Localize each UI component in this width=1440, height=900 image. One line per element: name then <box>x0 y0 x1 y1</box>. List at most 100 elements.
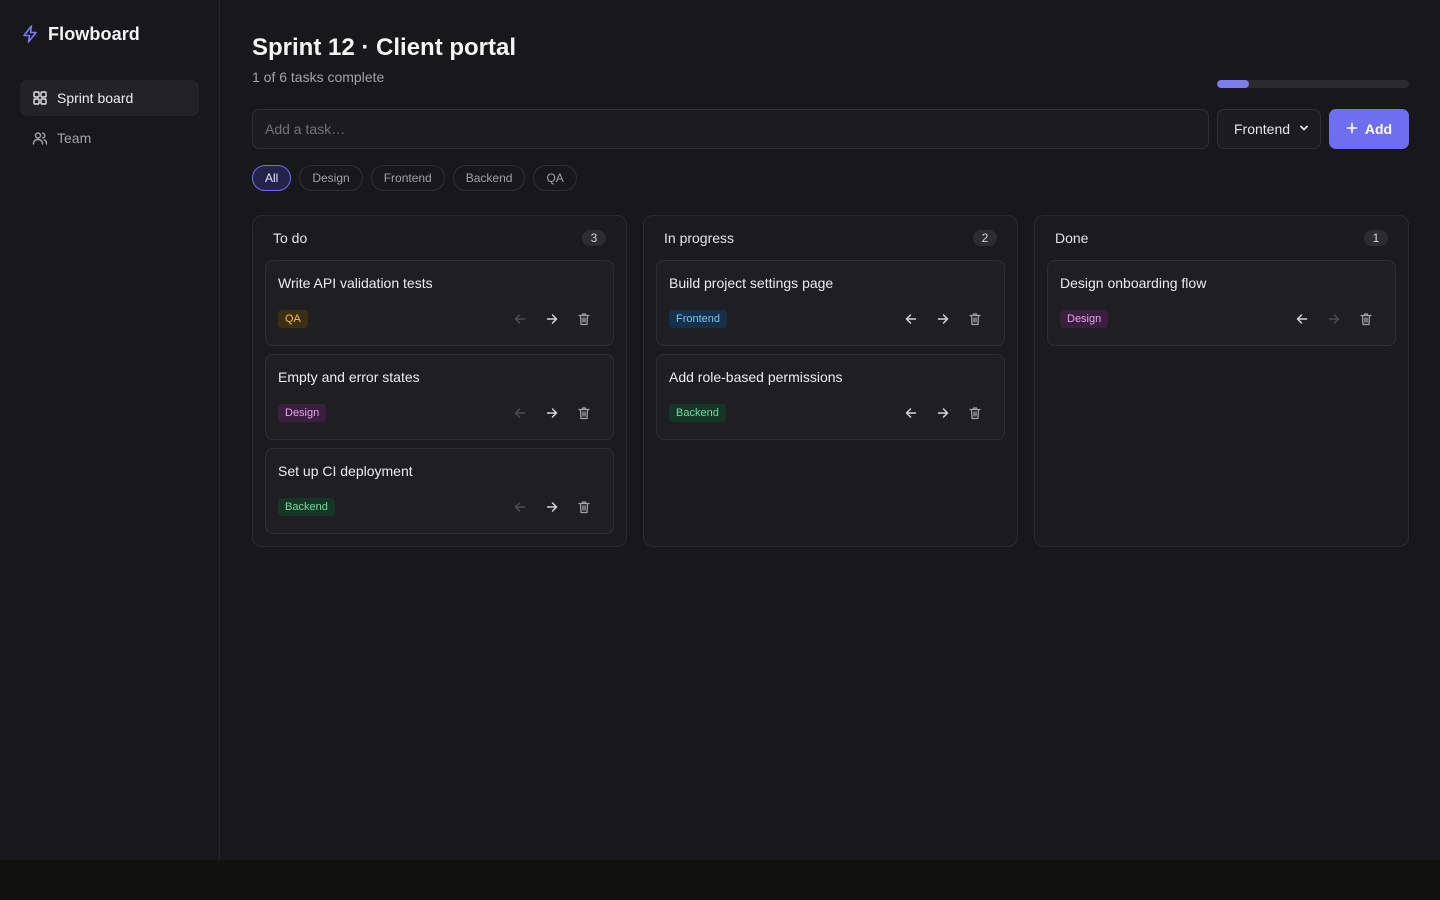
card-actions <box>1293 310 1375 328</box>
task-title: Set up CI deployment <box>278 463 413 479</box>
add-task-button[interactable]: Add <box>1329 109 1409 149</box>
card-actions <box>511 404 593 422</box>
arrow-right-icon <box>1327 312 1341 326</box>
task-title: Design onboarding flow <box>1060 275 1207 291</box>
column-title: To do <box>273 230 308 246</box>
page-title: Sprint 12 · Client portal <box>252 34 517 61</box>
lightning-icon <box>20 24 40 44</box>
card-actions <box>511 310 593 328</box>
task-tag: Frontend <box>669 310 728 328</box>
move-right-button[interactable] <box>543 404 561 422</box>
tag-select[interactable]: Frontend <box>1217 109 1321 149</box>
card-footer: QA <box>278 309 601 329</box>
progress-bar-fill <box>1217 80 1249 88</box>
task-card[interactable]: Empty and error states Design <box>265 354 614 440</box>
users-icon <box>32 130 48 146</box>
card-actions <box>902 404 984 422</box>
task-title: Empty and error states <box>278 369 420 385</box>
task-tag: Design <box>278 404 327 422</box>
main-content: Sprint 12 · Client portal 1 of 6 tasks c… <box>220 0 1440 860</box>
sidebar-item-sprint-board[interactable]: Sprint board <box>20 80 199 116</box>
task-toolbar: Frontend Add <box>252 109 1409 149</box>
arrow-right-icon <box>545 406 559 420</box>
sidebar-item-label: Sprint board <box>57 90 134 106</box>
add-task-input[interactable] <box>252 109 1209 149</box>
sidebar-item-team[interactable]: Team <box>20 120 199 156</box>
move-right-button[interactable] <box>543 310 561 328</box>
card-actions <box>902 310 984 328</box>
card-footer: Frontend <box>669 309 992 329</box>
kanban-board: To do 3 Write API validation tests QA Em… <box>252 215 1409 547</box>
delete-task-button[interactable] <box>966 404 984 422</box>
move-right-button[interactable] <box>934 404 952 422</box>
task-tag: Backend <box>669 404 726 422</box>
arrow-left-icon <box>904 312 918 326</box>
move-left-button[interactable] <box>511 498 529 516</box>
brand: Flowboard <box>20 22 199 46</box>
arrow-left-icon <box>1295 312 1309 326</box>
arrow-right-icon <box>545 312 559 326</box>
task-title: Add role-based permissions <box>669 369 843 385</box>
move-left-button[interactable] <box>902 310 920 328</box>
arrow-left-icon <box>513 500 527 514</box>
column-title: Done <box>1055 230 1089 246</box>
task-card[interactable]: Build project settings page Frontend <box>656 260 1005 346</box>
filter-chip-frontend[interactable]: Frontend <box>370 165 445 191</box>
move-left-button[interactable] <box>1293 310 1311 328</box>
bottom-strip <box>0 860 1440 900</box>
column-header: To do 3 <box>265 230 614 246</box>
task-tag: Design <box>1060 310 1109 328</box>
arrow-left-icon <box>513 312 527 326</box>
move-left-button[interactable] <box>511 310 529 328</box>
task-card[interactable]: Write API validation tests QA <box>265 260 614 346</box>
delete-task-button[interactable] <box>1357 310 1375 328</box>
move-right-button[interactable] <box>1325 310 1343 328</box>
filter-chip-qa[interactable]: QA <box>533 165 577 191</box>
filter-chip-backend[interactable]: Backend <box>452 165 526 191</box>
plus-icon <box>1346 121 1358 137</box>
add-button-label: Add <box>1364 121 1393 137</box>
move-right-button[interactable] <box>934 310 952 328</box>
app-name: Flowboard <box>48 23 140 44</box>
task-card[interactable]: Set up CI deployment Backend <box>265 448 614 534</box>
task-card[interactable]: Add role-based permissions Backend <box>656 354 1005 440</box>
task-tag: Backend <box>278 498 335 516</box>
card-list: Write API validation tests QA Empty and … <box>265 260 614 534</box>
filter-chip-design[interactable]: Design <box>299 165 363 191</box>
card-footer: Design <box>278 403 601 423</box>
trash-icon <box>968 312 982 326</box>
arrow-right-icon <box>545 500 559 514</box>
delete-task-button[interactable] <box>966 310 984 328</box>
task-title: Write API validation tests <box>278 275 433 291</box>
task-title: Build project settings page <box>669 275 834 291</box>
arrow-right-icon <box>936 312 950 326</box>
task-card[interactable]: Design onboarding flow Design <box>1047 260 1396 346</box>
task-tag: QA <box>278 310 308 328</box>
filter-chip-all[interactable]: All <box>252 165 292 191</box>
trash-icon <box>577 406 591 420</box>
chevron-down-icon <box>1298 121 1310 137</box>
trash-icon <box>577 312 591 326</box>
arrow-left-icon <box>513 406 527 420</box>
card-footer: Backend <box>278 497 601 517</box>
trash-icon <box>1359 312 1373 326</box>
trash-icon <box>968 406 982 420</box>
progress-bar <box>1217 80 1409 88</box>
tag-select-value: Frontend <box>1234 121 1291 137</box>
delete-task-button[interactable] <box>575 404 593 422</box>
move-left-button[interactable] <box>902 404 920 422</box>
delete-task-button[interactable] <box>575 498 593 516</box>
card-list: Design onboarding flow Design <box>1047 260 1396 346</box>
card-actions <box>511 498 593 516</box>
column-count-badge: 2 <box>973 230 997 246</box>
sidebar-item-label: Team <box>57 130 92 146</box>
sidebar: Flowboard Sprint board Team <box>0 0 220 860</box>
delete-task-button[interactable] <box>575 310 593 328</box>
move-left-button[interactable] <box>511 404 529 422</box>
move-right-button[interactable] <box>543 498 561 516</box>
column-in-progress: In progress 2 Build project settings pag… <box>643 215 1018 547</box>
column-title: In progress <box>664 230 735 246</box>
trash-icon <box>577 500 591 514</box>
column-count-badge: 3 <box>582 230 606 246</box>
card-footer: Design <box>1060 309 1383 329</box>
